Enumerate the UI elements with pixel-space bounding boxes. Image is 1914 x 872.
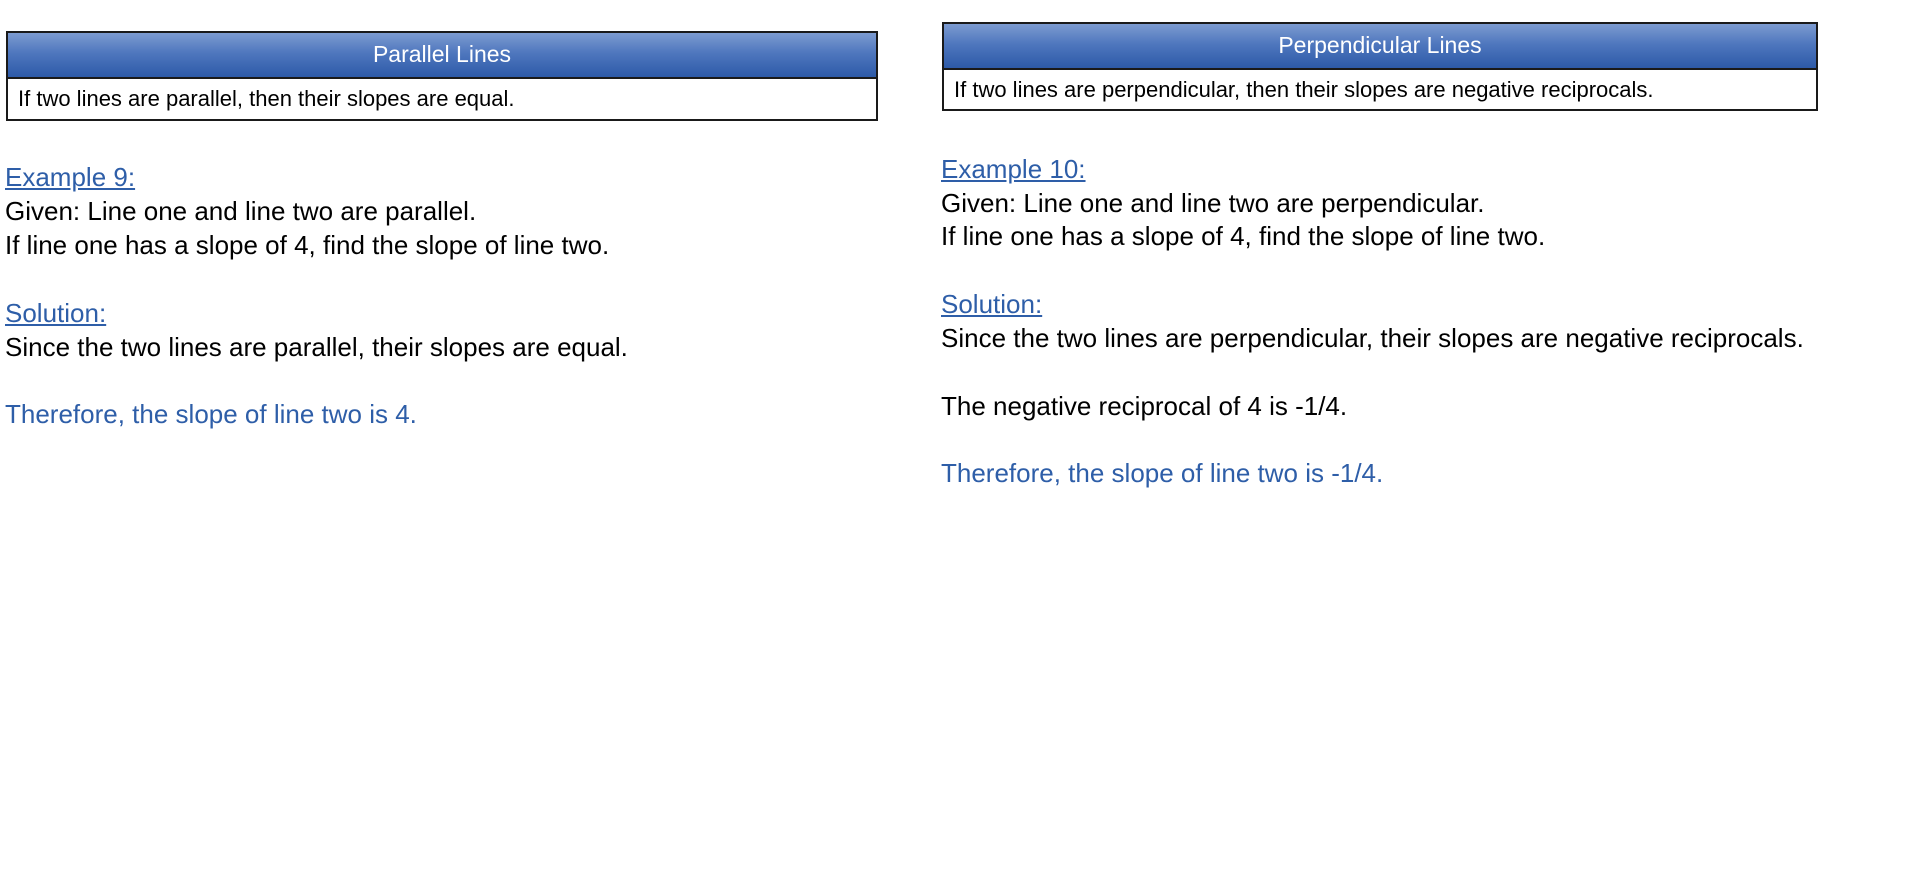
perpendicular-lines-rule: If two lines are perpendicular, then the…: [954, 77, 1654, 102]
example-10-given: Given: Line one and line two are perpend…: [941, 188, 1485, 218]
example-9-heading: Example 9:: [5, 162, 136, 192]
example-10-step: The negative reciprocal of 4 is -1/4.: [941, 391, 1348, 421]
parallel-lines-section: Parallel Lines If two lines are parallel…: [0, 0, 900, 872]
perpendicular-lines-section: Perpendicular Lines If two lines are per…: [930, 0, 1914, 872]
example-9-reasoning: Since the two lines are parallel, their …: [5, 332, 628, 362]
example-9-question: If line one has a slope of 4, find the s…: [5, 230, 610, 260]
example-10-conclusion: Therefore, the slope of line two is -1/4…: [941, 458, 1384, 488]
example-10-reasoning: Since the two lines are perpendicular, t…: [941, 323, 1804, 353]
example-10-heading: Example 10:: [941, 154, 1086, 184]
parallel-lines-rule-box: Parallel Lines If two lines are parallel…: [6, 31, 878, 121]
example-10-solution-heading: Solution:: [941, 289, 1043, 319]
example-9-given: Given: Line one and line two are paralle…: [5, 196, 477, 226]
example-10-question: If line one has a slope of 4, find the s…: [941, 221, 1546, 251]
parallel-lines-title: Parallel Lines: [8, 33, 876, 79]
example-9-solution-heading: Solution:: [5, 298, 107, 328]
perpendicular-lines-rule-box: Perpendicular Lines If two lines are per…: [942, 22, 1818, 111]
example-9-conclusion: Therefore, the slope of line two is 4.: [5, 399, 417, 429]
parallel-lines-rule: If two lines are parallel, then their sl…: [18, 86, 515, 111]
perpendicular-lines-title: Perpendicular Lines: [944, 24, 1816, 70]
